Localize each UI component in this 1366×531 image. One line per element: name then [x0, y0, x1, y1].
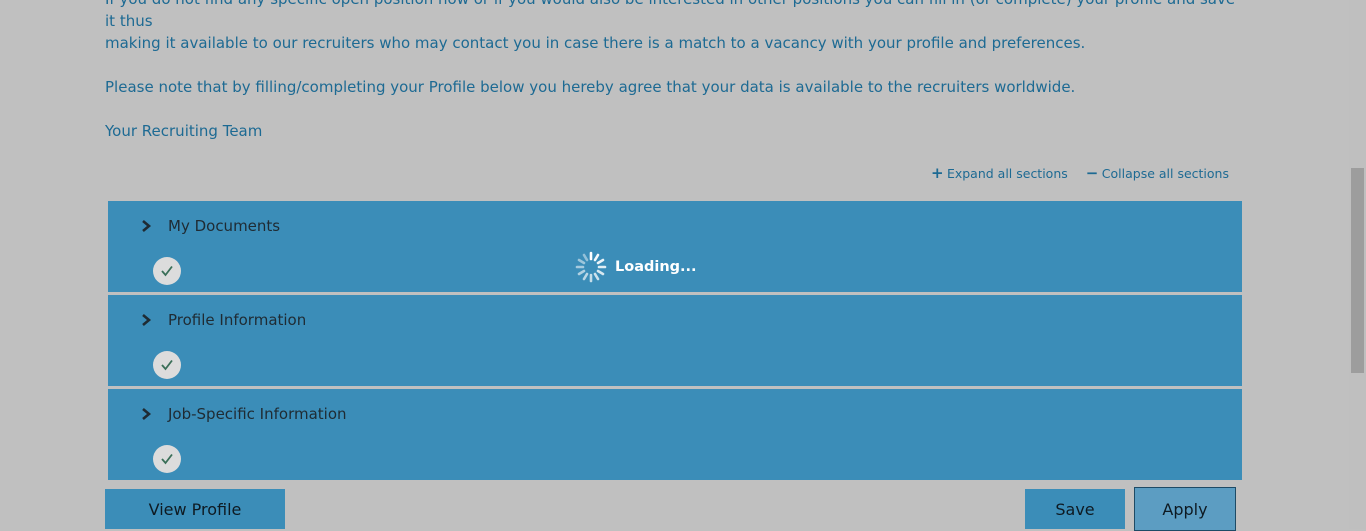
chevron-right-icon — [142, 314, 152, 326]
view-profile-button[interactable]: View Profile — [105, 489, 285, 529]
loading-text: Loading... — [615, 259, 697, 275]
section-title: Job-Specific Information — [168, 405, 347, 423]
intro-signature: Your Recruiting Team — [105, 122, 263, 140]
chevron-right-icon — [142, 220, 152, 232]
section-title: Profile Information — [168, 311, 307, 329]
section-header[interactable]: Profile Information — [138, 311, 306, 329]
apply-button[interactable]: Apply — [1134, 487, 1236, 531]
section-header[interactable]: Job-Specific Information — [138, 405, 347, 423]
check-icon — [153, 351, 181, 379]
scrollbar[interactable] — [1349, 0, 1366, 529]
chevron-right-icon — [142, 408, 152, 420]
section-profile-information[interactable]: Profile Information — [108, 295, 1242, 386]
section-header[interactable]: My Documents — [138, 217, 280, 235]
collapse-all-button[interactable]: − Collapse all sections — [1085, 164, 1229, 182]
loading-indicator: Loading... — [575, 251, 697, 283]
intro-line-1: If you do not find any specific open pos… — [105, 0, 1235, 30]
section-job-specific-information[interactable]: Job-Specific Information — [108, 389, 1242, 480]
plus-icon: + — [930, 164, 944, 182]
save-button[interactable]: Save — [1025, 489, 1125, 529]
expand-all-label: Expand all sections — [946, 166, 1068, 181]
collapse-all-label: Collapse all sections — [1101, 166, 1229, 181]
intro-line-3: Please note that by filling/completing y… — [105, 78, 1076, 96]
minus-icon: − — [1085, 164, 1099, 182]
intro-text: If you do not find any specific open pos… — [105, 0, 1245, 142]
spinner-icon — [575, 251, 607, 283]
expand-all-button[interactable]: + Expand all sections — [930, 164, 1068, 182]
intro-line-2: making it available to our recruiters wh… — [105, 34, 1086, 52]
section-controls: + Expand all sections − Collapse all sec… — [930, 164, 1229, 182]
section-title: My Documents — [168, 217, 281, 235]
scrollbar-thumb[interactable] — [1351, 168, 1364, 373]
check-icon — [153, 445, 181, 473]
check-icon — [153, 257, 181, 285]
